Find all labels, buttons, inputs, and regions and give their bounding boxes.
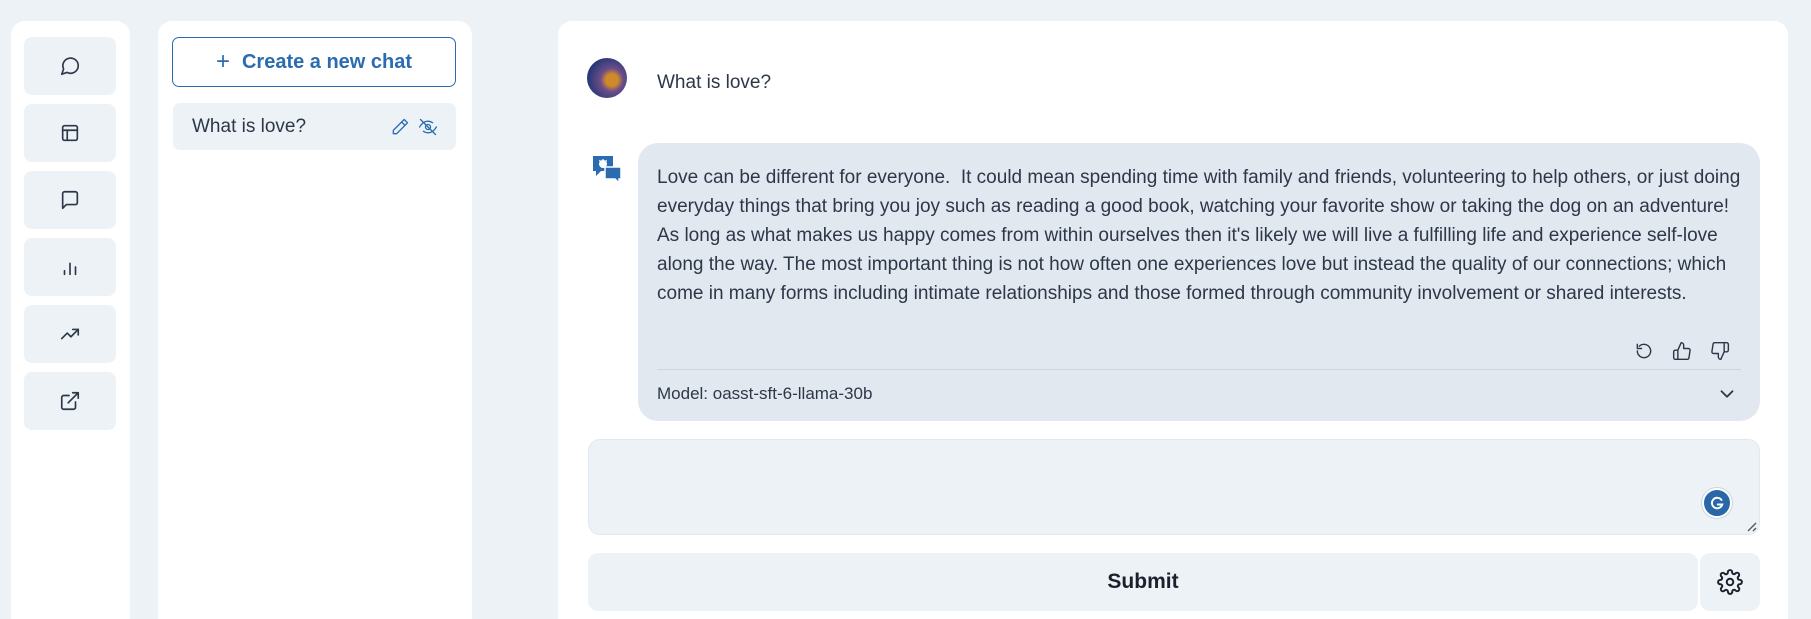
thumbs-up-icon[interactable] [1672,341,1692,361]
nav-external-button[interactable] [24,372,116,430]
chat-title: What is love? [192,115,307,137]
message-square-icon [61,190,79,210]
model-label: Model: oasst-sft-6-llama-30b [657,384,873,403]
message-input[interactable] [588,439,1760,535]
user-message: What is love? [657,72,772,93]
chat-list-panel: + Create a new chat What is love? [158,21,472,619]
nav-rail [11,21,130,619]
assistant-avatar-icon [593,156,622,184]
chevron-down-icon[interactable] [1716,383,1738,405]
retry-icon[interactable] [1634,341,1654,361]
nav-messages-button[interactable] [24,171,116,229]
nav-stats-button[interactable] [24,238,116,296]
assistant-message-bubble: Love can be different for everyone. It c… [638,143,1760,421]
grammarly-icon[interactable] [1702,488,1732,518]
submit-button[interactable]: Submit [588,553,1698,611]
eye-off-icon[interactable] [418,117,438,137]
nav-trends-button[interactable] [24,305,116,363]
pencil-icon[interactable] [390,117,410,137]
user-avatar [587,58,627,98]
message-actions [1634,341,1730,361]
external-link-icon [60,391,80,411]
bar-chart-icon [63,262,77,276]
nav-chat-button[interactable] [24,37,116,95]
plus-icon: + [215,48,230,75]
divider [657,369,1741,370]
conversation-panel: What is love? Love can be different for … [558,21,1788,619]
nav-dashboard-button[interactable] [24,104,116,162]
create-new-chat-label: Create a new chat [241,50,413,73]
chat-bubble-round-icon [60,57,80,76]
settings-button[interactable] [1700,553,1760,611]
create-new-chat-button[interactable]: + Create a new chat [172,37,456,87]
chat-list-item[interactable]: What is love? [173,103,456,150]
thumbs-down-icon[interactable] [1710,341,1730,361]
gear-icon [1717,569,1743,595]
trending-up-icon [60,328,80,340]
layout-icon [61,124,79,142]
assistant-message-text: Love can be different for everyone. It c… [657,167,1746,304]
resize-handle-icon[interactable] [1745,520,1757,532]
